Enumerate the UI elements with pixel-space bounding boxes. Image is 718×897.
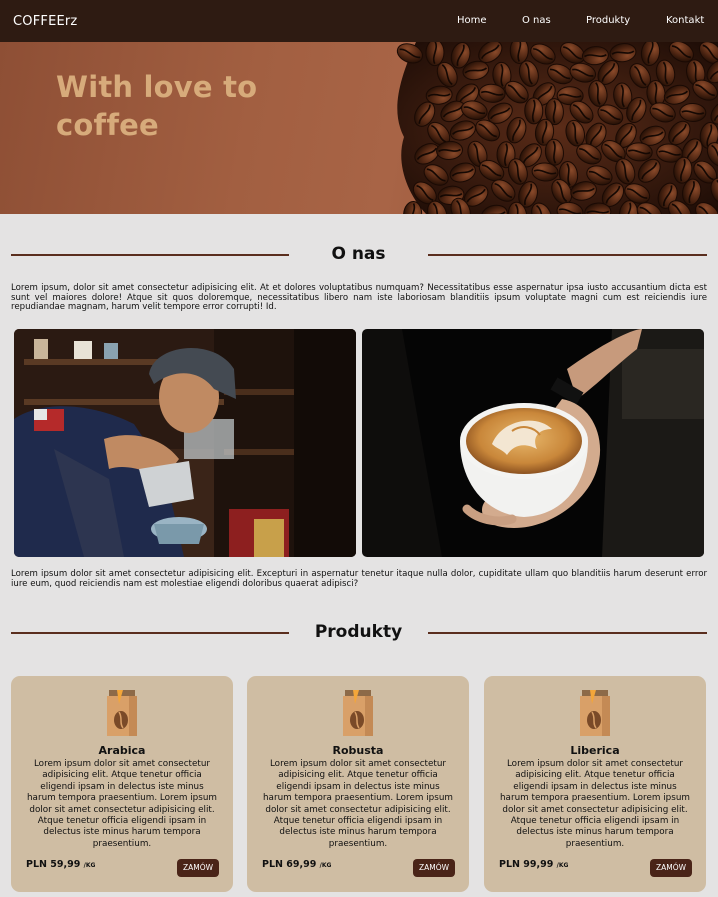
barista-photo	[14, 329, 356, 557]
coffee-beans-image	[396, 42, 718, 214]
coffee-bag-icon	[580, 690, 610, 736]
nav-link-kontakt[interactable]: Kontakt	[666, 15, 704, 26]
section-divider-right	[428, 254, 707, 256]
product-price: PLN 69,99 /KG	[262, 859, 332, 870]
brand-logo[interactable]: COFFEErz	[13, 14, 77, 29]
product-name: Arabica	[98, 744, 146, 757]
product-description: Lorem ipsum dolor sit amet consectetur a…	[499, 759, 690, 849]
section-title-produkty: Produkty	[314, 622, 403, 642]
about-paragraph-1: Lorem ipsum, dolor sit amet consectetur …	[11, 283, 707, 313]
product-name: Liberica	[570, 744, 620, 757]
product-price: PLN 99,99 /KG	[499, 859, 569, 870]
section-title-o-nas: O nas	[331, 244, 386, 264]
coffee-bag-icon	[343, 690, 373, 736]
product-name: Robusta	[332, 744, 384, 757]
nav-link-home[interactable]: Home	[457, 15, 487, 26]
hero-banner: With love to coffee	[0, 42, 718, 214]
order-button[interactable]: ZAMÓW	[650, 859, 692, 877]
hero-title: With love to coffee	[56, 70, 258, 142]
product-description: Lorem ipsum dolor sit amet consectetur a…	[262, 759, 453, 849]
about-paragraph-2: Lorem ipsum dolor sit amet consectetur a…	[11, 569, 707, 589]
latte-art-photo	[362, 329, 704, 557]
nav-link-produkty[interactable]: Produkty	[586, 15, 630, 26]
product-card-robusta: Robusta Lorem ipsum dolor sit amet conse…	[247, 676, 469, 892]
section-divider-left	[11, 632, 289, 634]
section-divider-left	[11, 254, 289, 256]
product-card-liberica: Liberica Lorem ipsum dolor sit amet cons…	[484, 676, 706, 892]
product-description: Lorem ipsum dolor sit amet consectetur a…	[26, 759, 217, 849]
order-button[interactable]: ZAMÓW	[177, 859, 219, 877]
product-price: PLN 59,99 /KG	[26, 859, 96, 870]
section-divider-right	[428, 632, 707, 634]
nav-link-o-nas[interactable]: O nas	[522, 15, 551, 26]
top-navbar: COFFEErz Home O nas Produkty Kontakt	[0, 0, 718, 42]
coffee-bag-icon	[107, 690, 137, 736]
product-card-arabica: Arabica Lorem ipsum dolor sit amet conse…	[11, 676, 233, 892]
order-button[interactable]: ZAMÓW	[413, 859, 455, 877]
